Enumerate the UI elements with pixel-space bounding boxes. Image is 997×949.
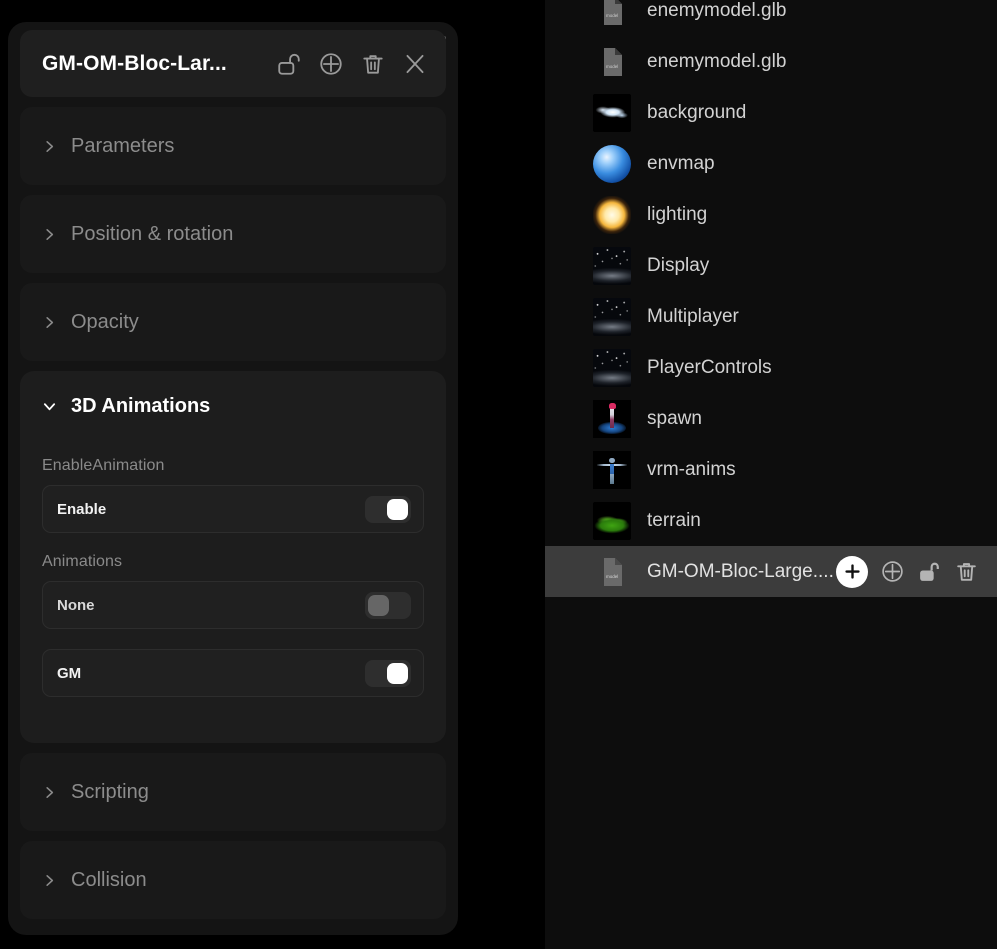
chevron-right-icon [42, 785, 57, 800]
section-label: 3D Animations [71, 394, 211, 417]
inspector-panel: GM-OM-Bloc-Lar... Parameters Position & … [8, 22, 458, 935]
list-item[interactable]: terrain [545, 495, 997, 546]
list-item-label: enemymodel.glb [647, 50, 787, 72]
section-parameters[interactable]: Parameters [20, 107, 446, 185]
page-title: GM-OM-Bloc-Lar... [42, 51, 227, 75]
list-item-label: vrm-anims [647, 458, 736, 480]
list-item-selected[interactable]: model GM-OM-Bloc-Large.... [545, 546, 997, 597]
list-item[interactable]: model enemymodel.glb [545, 0, 997, 36]
rig-thumbnail [593, 450, 631, 489]
trash-icon[interactable] [360, 51, 386, 77]
section-label: Opacity [71, 310, 139, 333]
section-3d-animations-header[interactable]: 3D Animations [20, 371, 446, 441]
list-item-label: background [647, 101, 747, 123]
add-button[interactable] [836, 555, 868, 588]
list-item[interactable]: spawn [545, 393, 997, 444]
list-item-label: GM-OM-Bloc-Large.... [647, 560, 834, 582]
section-label: Scripting [71, 780, 149, 803]
toggle-none[interactable] [365, 591, 411, 619]
section-collision[interactable]: Collision [20, 841, 446, 919]
globe-thumbnail [593, 144, 631, 183]
section-3d-animations-body: EnableAnimation Enable Animations None G… [20, 441, 446, 717]
section-label: Collision [71, 868, 147, 891]
chevron-right-icon [42, 315, 57, 330]
unlock-icon[interactable] [276, 51, 302, 77]
property-label: None [57, 596, 95, 614]
section-3d-animations: 3D Animations EnableAnimation Enable Ani… [20, 371, 446, 743]
list-item[interactable]: background [545, 87, 997, 138]
focus-target-icon[interactable] [318, 51, 344, 77]
list-item[interactable]: Multiplayer [545, 291, 997, 342]
chevron-down-icon [42, 399, 57, 414]
list-item-label: terrain [647, 509, 701, 531]
scene-hierarchy-sidebar: model enemymodel.glb model enemymodel.gl… [545, 0, 997, 949]
section-position-rotation[interactable]: Position & rotation [20, 195, 446, 273]
row-action-group [836, 555, 979, 588]
scene-thumbnail [593, 348, 631, 387]
svg-text:model: model [606, 574, 618, 579]
chevron-right-icon [42, 873, 57, 888]
scene-object-list: model enemymodel.glb model enemymodel.gl… [545, 0, 997, 597]
model-file-icon: model [593, 553, 631, 591]
property-label: Enable [57, 500, 107, 518]
scene-thumbnail [593, 297, 631, 336]
property-label: GM [57, 664, 82, 682]
model-file-icon: model [593, 43, 631, 81]
toggle-enable[interactable] [365, 495, 411, 523]
property-row-enable[interactable]: Enable [42, 485, 424, 533]
group-label-animations: Animations [42, 553, 123, 570]
section-label: Position & rotation [71, 222, 234, 245]
list-item-label: enemymodel.glb [647, 0, 787, 21]
section-label: Parameters [71, 134, 175, 157]
chevron-right-icon [42, 139, 57, 154]
section-opacity[interactable]: Opacity [20, 283, 446, 361]
svg-text:model: model [606, 13, 618, 18]
property-row-none[interactable]: None [42, 581, 424, 629]
list-item-label: Display [647, 254, 710, 276]
group-label-enable-animation: EnableAnimation [42, 457, 165, 474]
trash-icon[interactable] [954, 559, 979, 584]
list-item-label: Multiplayer [647, 305, 739, 327]
model-file-icon: model [593, 0, 631, 30]
list-item-label: lighting [647, 203, 708, 225]
list-item-label: PlayerControls [647, 356, 772, 378]
inspector-header-actions [276, 51, 428, 77]
list-item[interactable]: vrm-anims [545, 444, 997, 495]
section-scripting[interactable]: Scripting [20, 753, 446, 831]
list-item[interactable]: Display [545, 240, 997, 291]
svg-text:model: model [606, 64, 618, 69]
sun-thumbnail [593, 195, 631, 234]
inspector-content: GM-OM-Bloc-Lar... Parameters Position & … [20, 30, 446, 928]
close-icon[interactable] [402, 51, 428, 77]
scene-thumbnail [593, 246, 631, 285]
list-item-label: envmap [647, 152, 715, 174]
inspector-header: GM-OM-Bloc-Lar... [20, 30, 446, 97]
avatar-thumbnail [593, 399, 631, 438]
list-item[interactable]: lighting [545, 189, 997, 240]
list-item[interactable]: model enemymodel.glb [545, 36, 997, 87]
terrain-thumbnail [593, 501, 631, 540]
property-row-gm[interactable]: GM [42, 649, 424, 697]
list-item[interactable]: envmap [545, 138, 997, 189]
unlock-icon[interactable] [917, 559, 942, 584]
chevron-right-icon [42, 227, 57, 242]
focus-target-icon[interactable] [880, 559, 905, 584]
background-thumbnail [593, 93, 631, 132]
list-item[interactable]: PlayerControls [545, 342, 997, 393]
list-item-label: spawn [647, 407, 702, 429]
toggle-gm[interactable] [365, 659, 411, 687]
